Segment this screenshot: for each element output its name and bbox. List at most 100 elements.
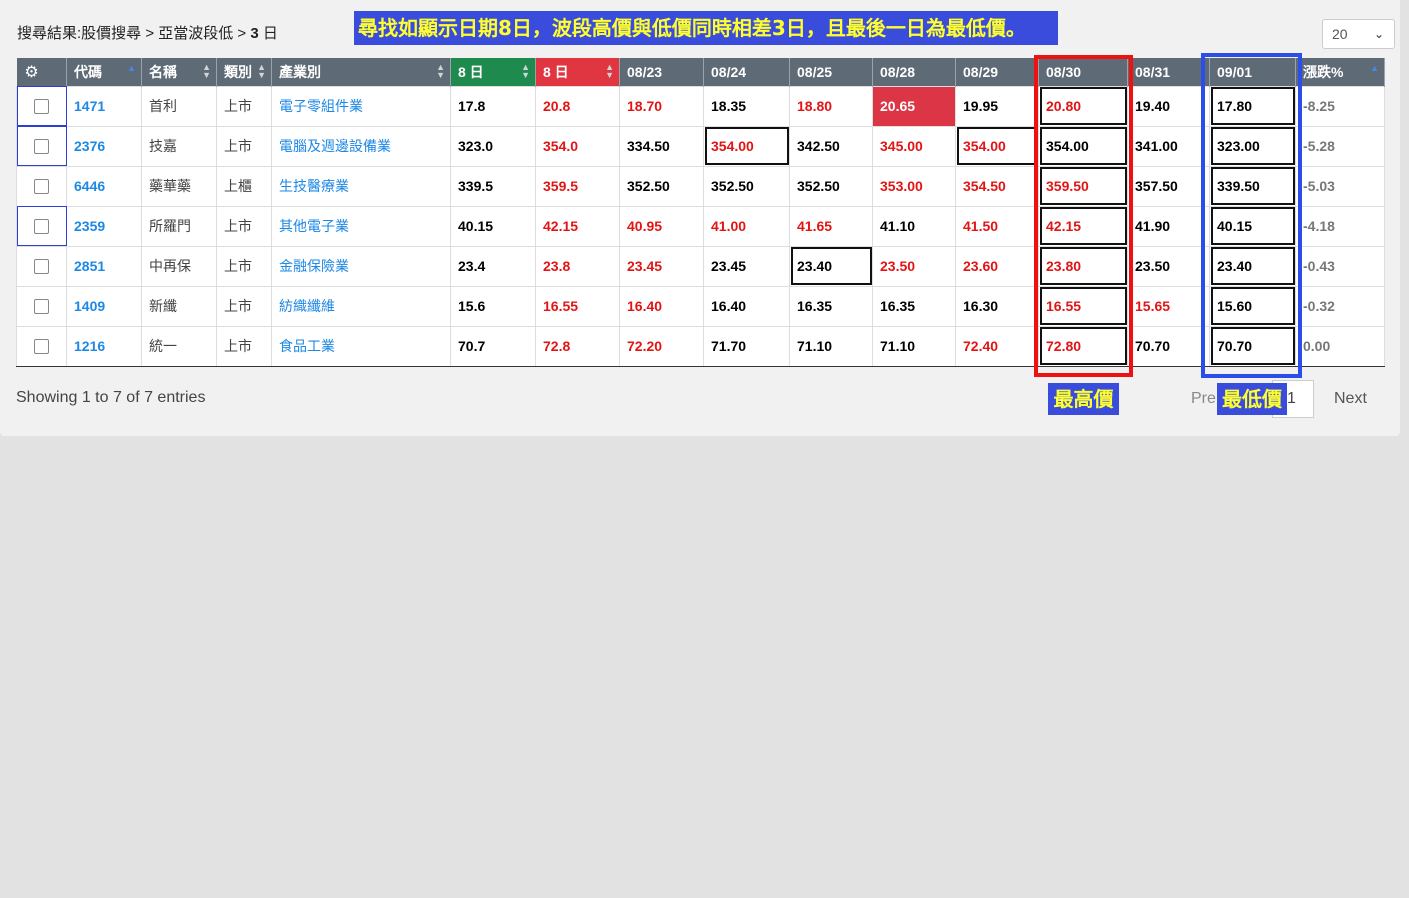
industry-link[interactable]: 其他電子業: [271, 205, 451, 247]
table-row: 1409 新纖 上市 紡織纖維 15.6 16.55 16.40 16.40 1…: [16, 285, 1385, 327]
row-checkbox[interactable]: [16, 125, 67, 167]
checkbox[interactable]: [34, 139, 49, 155]
previous-page-button[interactable]: Pre: [1191, 390, 1216, 408]
change-pct-cell: 0.00: [1295, 325, 1385, 367]
results-table: ⚙ 代碼 ▲ 名稱 ▲ ▼ 類別 ▲ ▼ 產業別 ▲ ▼ 8 日 ▲ ▼ 8 日 ▲ ▼ 08/23 …: [16, 58, 1385, 367]
column-header-8day-low[interactable]: 8 日 ▲ ▼: [450, 58, 536, 86]
next-page-button[interactable]: Next: [1334, 390, 1367, 408]
industry-link[interactable]: 紡織纖維: [271, 285, 451, 327]
high-8day-cell: 354.0: [535, 125, 620, 167]
results-panel: 搜尋結果:股價搜尋 > 亞當波段低 > 3 日 尋找如顯示日期8日，波段高價與低…: [0, 0, 1400, 436]
checkbox[interactable]: [34, 299, 49, 315]
checkbox[interactable]: [34, 99, 49, 115]
price-0829-cell: 23.60: [955, 245, 1039, 287]
stock-code-link[interactable]: 2359: [66, 205, 142, 247]
table-row: 1216 統一 上市 食品工業 70.7 72.8 72.20 71.70 71…: [16, 325, 1385, 367]
checkbox[interactable]: [34, 179, 49, 195]
change-pct-cell: -5.03: [1295, 165, 1385, 207]
high-8day-cell: 16.55: [535, 285, 620, 327]
settings-column-header[interactable]: ⚙: [16, 58, 67, 86]
gear-icon[interactable]: ⚙: [24, 62, 40, 82]
low-8day-cell: 23.4: [450, 245, 536, 287]
column-header-change-pct[interactable]: 漲跌% ▲: [1295, 58, 1385, 86]
price-0828-cell: 16.35: [872, 285, 956, 327]
industry-link[interactable]: 金融保險業: [271, 245, 451, 287]
price-0823-cell: 334.50: [619, 125, 704, 167]
price-0829-cell: 354.50: [955, 165, 1039, 207]
column-header-0831: 08/31: [1127, 58, 1210, 86]
stock-name: 統一: [141, 325, 217, 367]
market-type: 上市: [216, 125, 272, 167]
sort-icon: ▲ ▼: [202, 62, 211, 80]
price-0831-cell: 41.90: [1127, 205, 1210, 247]
price-0824-cell: 23.45: [703, 245, 790, 287]
table-row: 2851 中再保 上市 金融保險業 23.4 23.8 23.45 23.45 …: [16, 245, 1385, 287]
industry-link[interactable]: 食品工業: [271, 325, 451, 367]
price-0829-cell: 354.00: [955, 125, 1039, 167]
stock-name: 藥華藥: [141, 165, 217, 207]
stock-code-link[interactable]: 1409: [66, 285, 142, 327]
row-checkbox[interactable]: [16, 205, 67, 247]
sort-asc-icon: ▲: [1370, 63, 1379, 73]
row-checkbox[interactable]: [16, 325, 67, 367]
entries-info: Showing 1 to 7 of 7 entries: [16, 389, 206, 406]
page-size-select[interactable]: 20 ⌄: [1322, 19, 1395, 49]
column-header-code[interactable]: 代碼 ▲: [66, 58, 142, 86]
checkbox[interactable]: [34, 339, 49, 355]
table-row: 2376 技嘉 上市 電腦及週邊設備業 323.0 354.0 334.50 3…: [16, 125, 1385, 167]
lowest-price-label: 最低價: [1217, 383, 1287, 415]
low-8day-cell: 17.8: [450, 85, 536, 127]
change-pct-cell: -0.32: [1295, 285, 1385, 327]
column-header-0823: 08/23: [619, 58, 704, 86]
row-checkbox[interactable]: [16, 85, 67, 127]
change-pct-cell: -8.25: [1295, 85, 1385, 127]
column-header-market[interactable]: 類別 ▲ ▼: [216, 58, 272, 86]
column-header-8day-high[interactable]: 8 日 ▲ ▼: [535, 58, 620, 86]
stock-code-link[interactable]: 1471: [66, 85, 142, 127]
price-0829-cell: 19.95: [955, 85, 1039, 127]
stock-name: 新纖: [141, 285, 217, 327]
industry-link[interactable]: 電腦及週邊設備業: [271, 125, 451, 167]
low-8day-cell: 70.7: [450, 325, 536, 367]
stock-code-link[interactable]: 6446: [66, 165, 142, 207]
breadcrumb-unit: 日: [258, 25, 278, 42]
price-0823-cell: 40.95: [619, 205, 704, 247]
price-0823-cell: 23.45: [619, 245, 704, 287]
price-0831-cell: 70.70: [1127, 325, 1210, 367]
table-row: 2359 所羅門 上市 其他電子業 40.15 42.15 40.95 41.0…: [16, 205, 1385, 247]
price-0831-cell: 19.40: [1127, 85, 1210, 127]
price-0831-cell: 341.00: [1127, 125, 1210, 167]
price-0823-cell: 352.50: [619, 165, 704, 207]
column-header-name[interactable]: 名稱 ▲ ▼: [141, 58, 217, 86]
column-header-industry[interactable]: 產業別 ▲ ▼: [271, 58, 451, 86]
stock-name: 首利: [141, 85, 217, 127]
table-row: 6446 藥華藥 上櫃 生技醫療業 339.5 359.5 352.50 352…: [16, 165, 1385, 207]
industry-link[interactable]: 生技醫療業: [271, 165, 451, 207]
price-0823-cell: 16.40: [619, 285, 704, 327]
highest-price-highlight-box: [1034, 55, 1133, 377]
stock-code-link[interactable]: 2851: [66, 245, 142, 287]
industry-link[interactable]: 電子零組件業: [271, 85, 451, 127]
highest-price-label: 最高價: [1048, 383, 1119, 415]
price-0824-cell: 71.70: [703, 325, 790, 367]
price-0825-cell: 71.10: [789, 325, 873, 367]
price-0831-cell: 23.50: [1127, 245, 1210, 287]
annotation-banner: 尋找如顯示日期8日，波段高價與低價同時相差3日，且最後一日為最低價。: [354, 11, 1058, 45]
low-8day-cell: 40.15: [450, 205, 536, 247]
price-0828-cell: 23.50: [872, 245, 956, 287]
checkbox[interactable]: [34, 259, 49, 275]
breadcrumb-prefix: 搜尋結果:股價搜尋 > 亞當波段低 >: [17, 25, 251, 42]
price-0824-cell: 18.35: [703, 85, 790, 127]
price-0825-cell: 23.40: [789, 245, 873, 287]
sort-icon: ▲ ▼: [436, 62, 445, 80]
stock-code-link[interactable]: 1216: [66, 325, 142, 367]
price-0828-cell: 41.10: [872, 205, 956, 247]
breadcrumb-days: 3: [250, 25, 259, 42]
row-checkbox[interactable]: [16, 285, 67, 327]
row-checkbox[interactable]: [16, 245, 67, 287]
row-checkbox[interactable]: [16, 165, 67, 207]
price-0831-cell: 357.50: [1127, 165, 1210, 207]
price-0824-cell: 352.50: [703, 165, 790, 207]
checkbox[interactable]: [34, 219, 49, 235]
stock-code-link[interactable]: 2376: [66, 125, 142, 167]
